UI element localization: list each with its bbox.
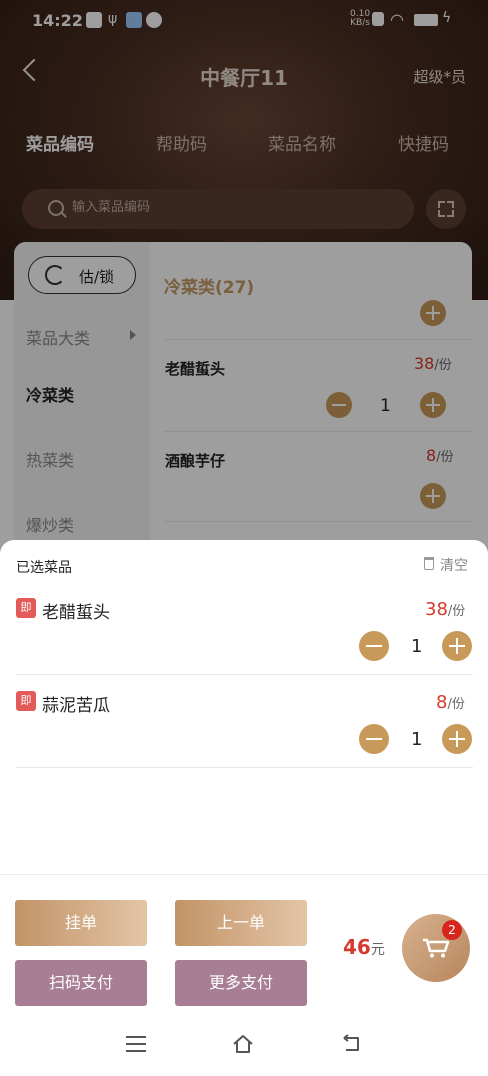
selected-dish-price-group: 38/份 [425,599,465,620]
selected-dish-quantity: 1 [411,636,423,657]
sheet-title: 已选菜品 [16,560,72,576]
divider [16,674,473,675]
selected-dish-quantity: 1 [411,729,423,750]
divider [16,767,473,768]
increase-button[interactable] [442,724,472,754]
selected-dish-unit: /份 [447,697,465,712]
trash-icon [424,557,434,570]
selected-dish-price-group: 8/份 [436,692,465,713]
selected-dish-price: 8 [436,692,448,713]
cart-icon [423,938,450,958]
increase-button[interactable] [442,631,472,661]
selected-dish-unit: /份 [447,604,466,619]
scan-pay-button[interactable]: 扫码支付 [15,960,147,1006]
more-payment-button[interactable]: 更多支付 [175,960,307,1006]
total-amount: 46 [343,935,371,959]
decrease-button[interactable] [359,631,389,661]
instant-badge: 即 [16,598,36,618]
previous-order-button[interactable]: 上一单 [175,900,307,946]
selected-dish-name: 蒜泥苦瓜 [42,696,110,716]
decrease-button[interactable] [359,724,389,754]
cart-count-badge: 2 [442,920,462,940]
clear-button[interactable]: 清空 [440,555,468,575]
currency-label: 元 [370,942,385,958]
instant-badge: 即 [16,691,36,711]
home-icon[interactable] [232,1033,254,1055]
footer-divider [0,874,488,875]
back-nav-icon[interactable] [340,1034,362,1054]
menu-icon[interactable] [126,1036,146,1057]
selected-dish-price: 38 [425,599,448,620]
order-total: 46元 [343,935,385,959]
hold-order-button[interactable]: 挂单 [15,900,147,946]
selected-dish-name: 老醋蜇头 [42,603,110,623]
